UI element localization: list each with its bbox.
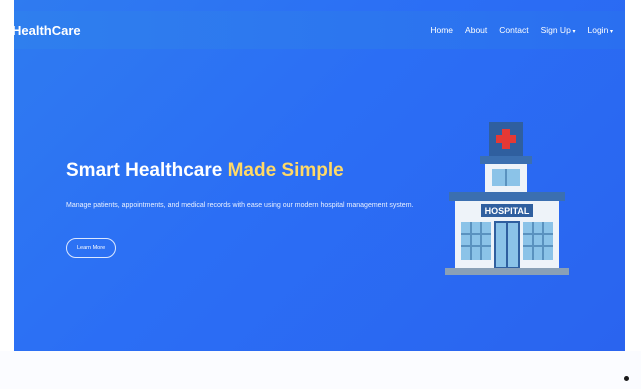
hero-title-accent: Made Simple xyxy=(227,160,344,181)
content-section xyxy=(0,351,641,389)
main-roof xyxy=(449,192,565,201)
scroll-indicator-dot xyxy=(624,376,629,381)
navbar: HealthCare Home About Contact Sign Up Lo… xyxy=(14,11,625,49)
hero-description: Manage patients, appointments, and medic… xyxy=(66,202,414,209)
brand-logo[interactable]: HealthCare xyxy=(14,23,81,38)
nav-login-dropdown[interactable]: Login xyxy=(588,25,614,35)
nav-contact-link[interactable]: Contact xyxy=(499,25,528,35)
nav-signup-dropdown[interactable]: Sign Up xyxy=(541,25,576,35)
nav-home-link[interactable]: Home xyxy=(430,25,453,35)
left-window-grid xyxy=(461,222,491,260)
hero-title-main: Smart Healthcare xyxy=(66,160,223,181)
medical-cross-bar xyxy=(496,135,516,143)
hero-title: Smart Healthcare Made Simple xyxy=(66,160,344,182)
right-window-grid xyxy=(523,222,553,260)
hero-frame: HealthCare Home About Contact Sign Up Lo… xyxy=(14,0,625,351)
upper-roof xyxy=(480,156,532,164)
nav-about-link[interactable]: About xyxy=(465,25,487,35)
hospital-sign-text: HOSPITAL xyxy=(485,206,530,216)
nav-menu: Home About Contact Sign Up Login xyxy=(430,25,613,35)
learn-more-button[interactable]: Learn More xyxy=(66,238,117,258)
hospital-building-icon: HOSPITAL xyxy=(445,122,569,275)
building-base xyxy=(445,268,569,275)
